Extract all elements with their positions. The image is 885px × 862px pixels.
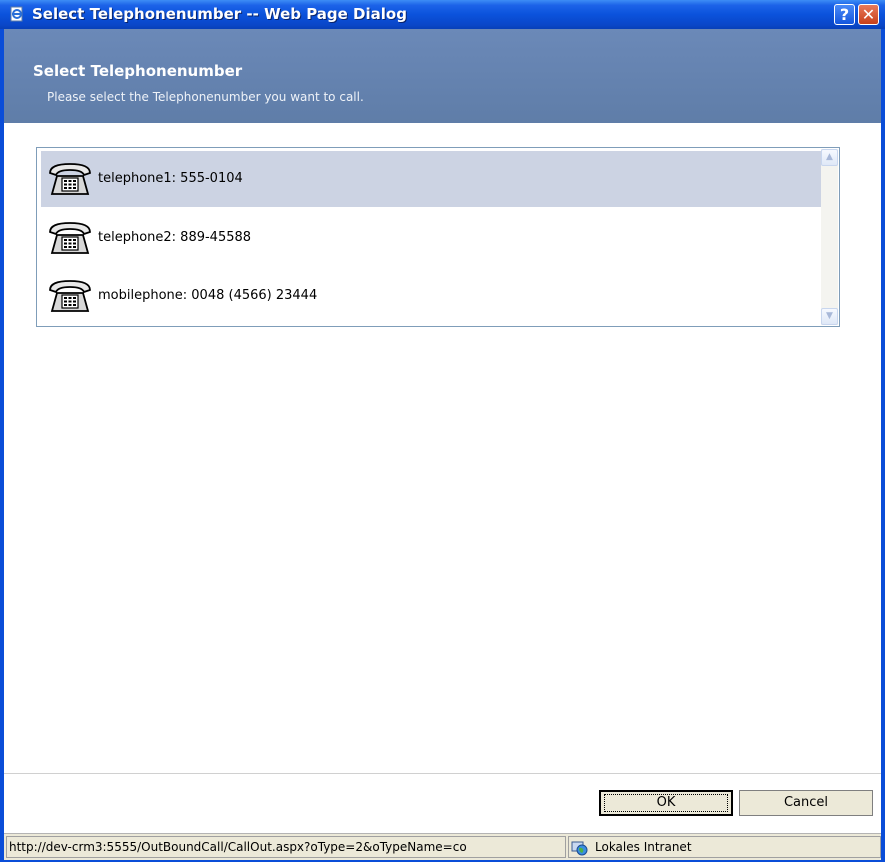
list-item[interactable]: telephone2: 889-45588 xyxy=(41,210,838,266)
status-url: http://dev-crm3:5555/OutBoundCall/CallOu… xyxy=(6,836,566,858)
dialog-header: Select Telephonenumber Please select the… xyxy=(4,29,881,123)
ok-button[interactable]: OK xyxy=(599,790,733,816)
help-button[interactable]: ? xyxy=(834,4,855,25)
dialog-client: Select Telephonenumber Please select the… xyxy=(4,29,881,860)
list-item-label: telephone1: 555-0104 xyxy=(98,171,243,186)
close-button[interactable]: ✕ xyxy=(858,4,879,25)
list-item[interactable]: telephone1: 555-0104 xyxy=(41,151,838,207)
intranet-globe-icon xyxy=(571,841,588,856)
list-item-label: telephone2: 889-45588 xyxy=(98,230,252,245)
ie-page-icon xyxy=(10,6,23,22)
list-item[interactable]: mobilephone: 0048 (4566) 23444 xyxy=(41,268,838,324)
telephone-icon xyxy=(49,222,91,254)
dialog-footer: OK Cancel xyxy=(4,773,881,834)
chevron-up-icon: ▲ xyxy=(826,152,833,162)
telephone-listbox[interactable]: telephone1: 555-0104 telephone2: 889-455… xyxy=(36,147,840,327)
cancel-button[interactable]: Cancel xyxy=(739,790,873,816)
main-area: telephone1: 555-0104 telephone2: 889-455… xyxy=(4,123,881,773)
telephone-icon xyxy=(49,163,91,195)
scroll-up-button[interactable]: ▲ xyxy=(821,149,838,166)
chevron-down-icon: ▼ xyxy=(826,311,833,321)
scroll-down-button[interactable]: ▼ xyxy=(821,308,838,325)
dialog-window: Select Telephonenumber -- Web Page Dialo… xyxy=(0,0,885,862)
vertical-scrollbar[interactable]: ▲ ▼ xyxy=(821,149,838,325)
zone-label: Lokales Intranet xyxy=(595,840,692,854)
status-bar: http://dev-crm3:5555/OutBoundCall/CallOu… xyxy=(4,833,881,860)
help-icon: ? xyxy=(839,5,850,24)
title-bar[interactable]: Select Telephonenumber -- Web Page Dialo… xyxy=(0,0,885,29)
header-subtitle: Please select the Telephonenumber you wa… xyxy=(47,90,364,104)
list-item-label: mobilephone: 0048 (4566) 23444 xyxy=(98,288,318,303)
security-zone: Lokales Intranet xyxy=(568,836,881,858)
header-title: Select Telephonenumber xyxy=(33,62,243,80)
ok-button-label: OK xyxy=(604,794,728,812)
close-icon: ✕ xyxy=(861,5,876,24)
window-title: Select Telephonenumber -- Web Page Dialo… xyxy=(32,5,407,23)
telephone-icon xyxy=(49,280,91,312)
